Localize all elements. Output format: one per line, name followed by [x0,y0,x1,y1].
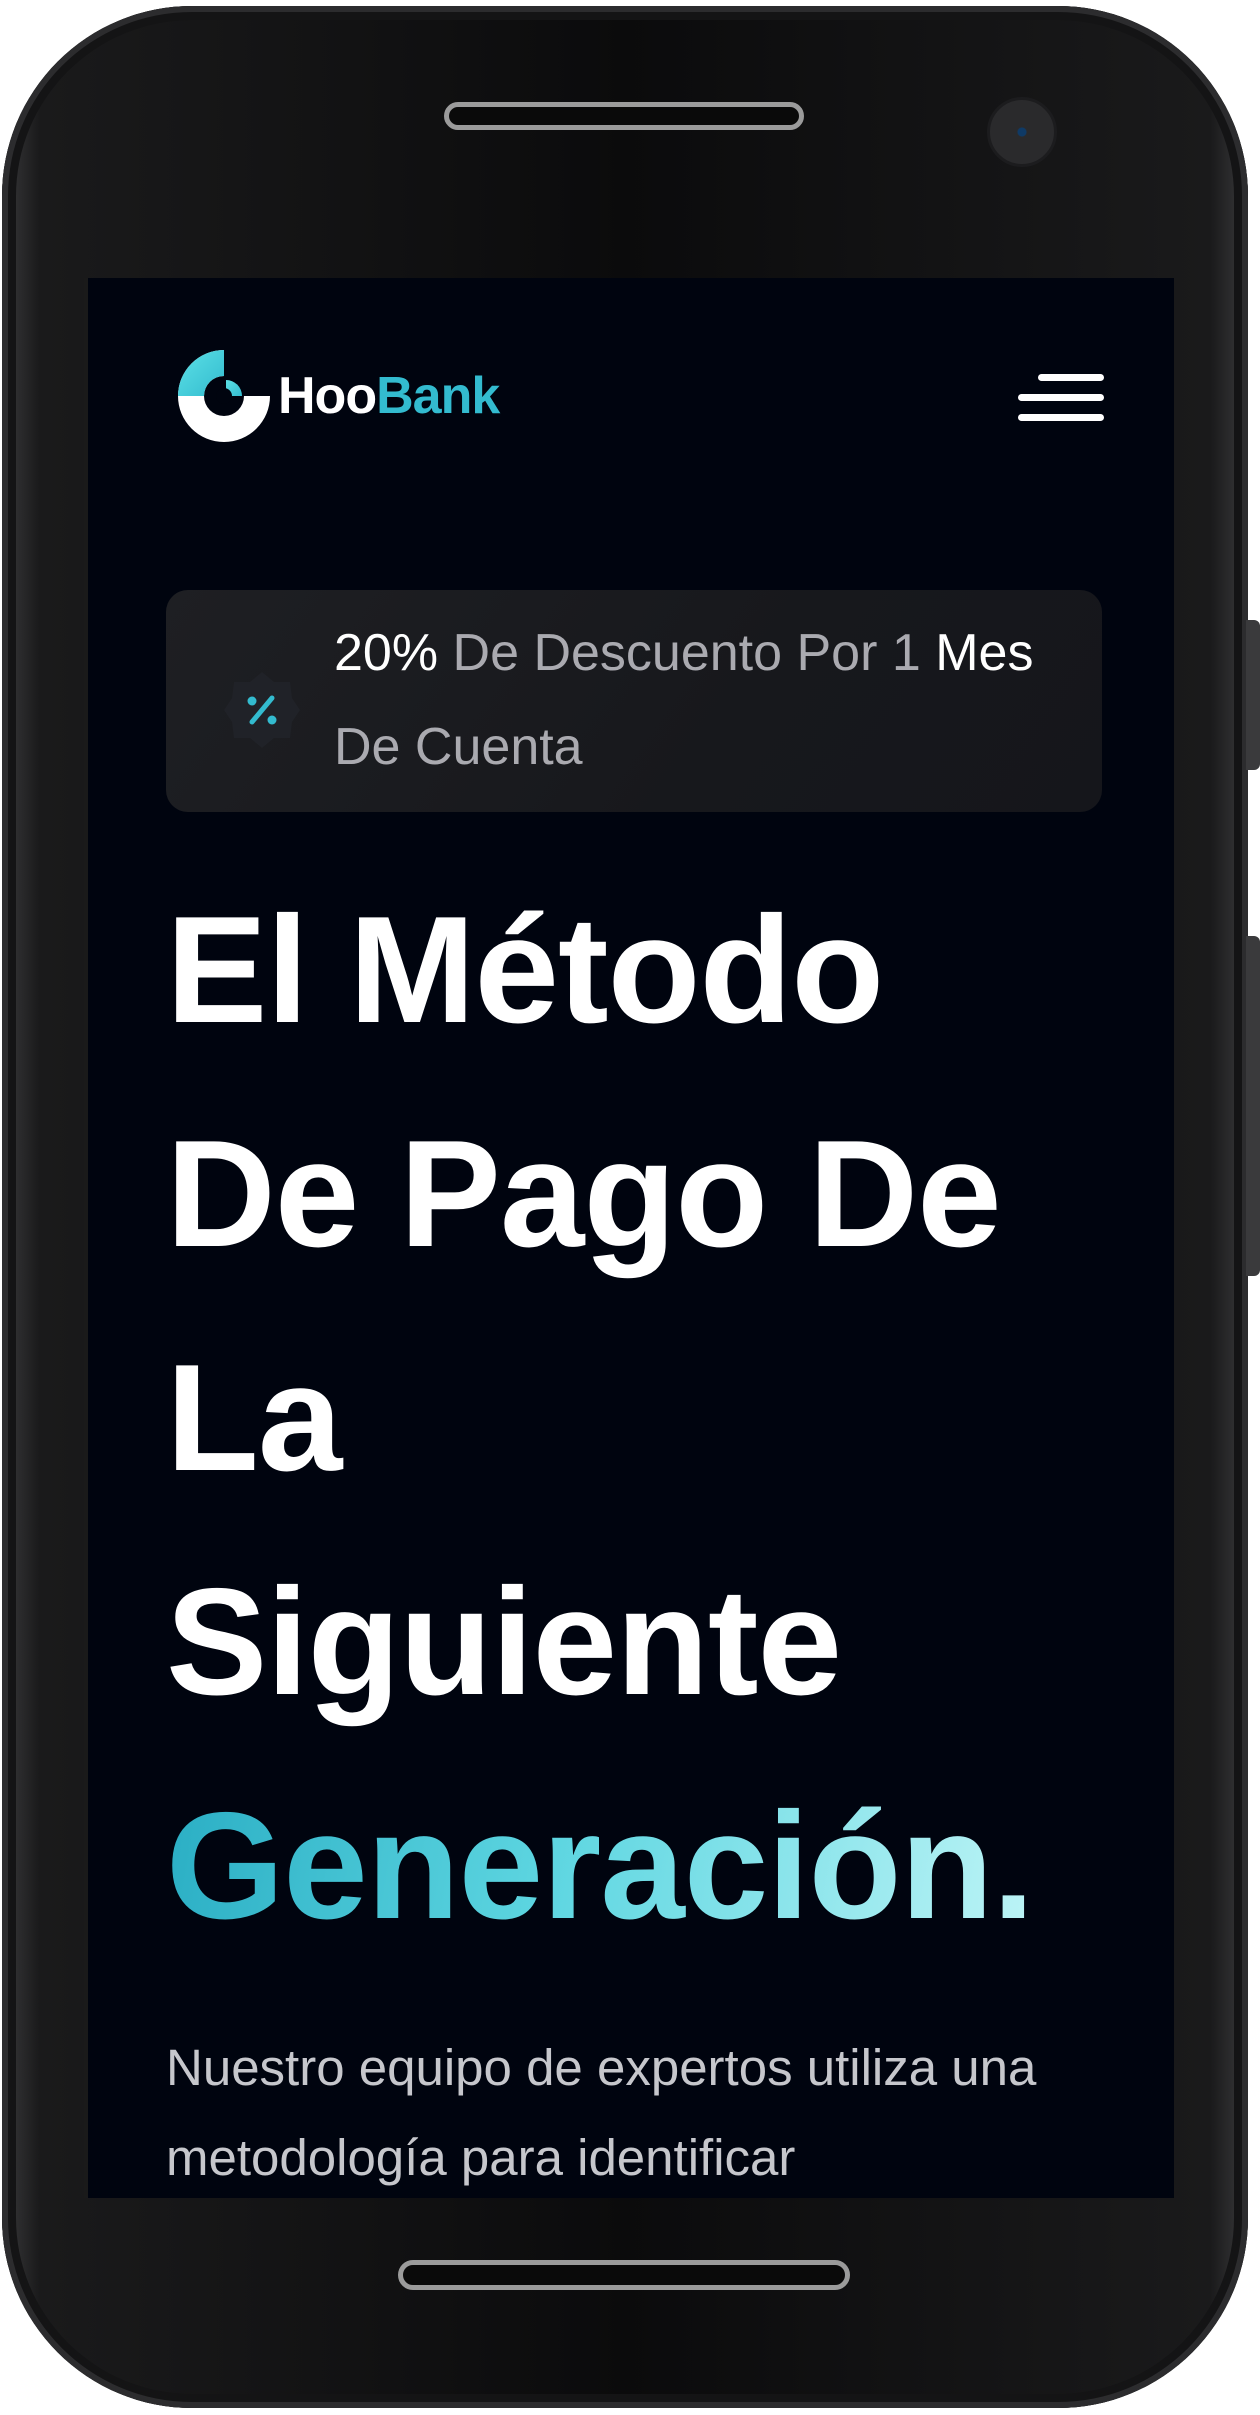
hoobank-logo-icon [178,350,270,442]
home-button[interactable] [398,2260,850,2290]
discount-percent-icon [224,672,300,748]
phone-frame: HooBank 20% De Descuento Por 1 Mes De Cu… [2,6,1260,2408]
hero-title-line: Siguiente [166,1557,842,1727]
hero-title: El Método De Pago De La Siguiente Genera… [166,858,1174,1978]
hero-title-line: El Método [166,885,884,1055]
earpiece-speaker [444,102,804,130]
menu-button[interactable] [1018,370,1104,426]
hero-description: Nuestro equipo de expertos utiliza una m… [166,2039,1037,2186]
volume-button [1246,620,1260,770]
hamburger-menu-icon [1018,374,1104,421]
brand-name: HooBank [278,367,500,425]
hero-title-highlight: Generación. [166,1781,1035,1951]
discount-text: 20% De Descuento Por 1 Mes De Cuenta [334,624,1034,776]
phone-screen: HooBank 20% De Descuento Por 1 Mes De Cu… [84,278,1174,2198]
discount-banner: 20% De Descuento Por 1 Mes De Cuenta [166,590,1102,812]
navbar: HooBank [176,348,1104,458]
brand-logo[interactable]: HooBank [176,348,500,444]
power-button [1246,936,1260,1276]
hero-title-line: De Pago De [166,1109,1002,1279]
front-camera [987,97,1057,167]
hero-title-line: La [166,1333,342,1503]
